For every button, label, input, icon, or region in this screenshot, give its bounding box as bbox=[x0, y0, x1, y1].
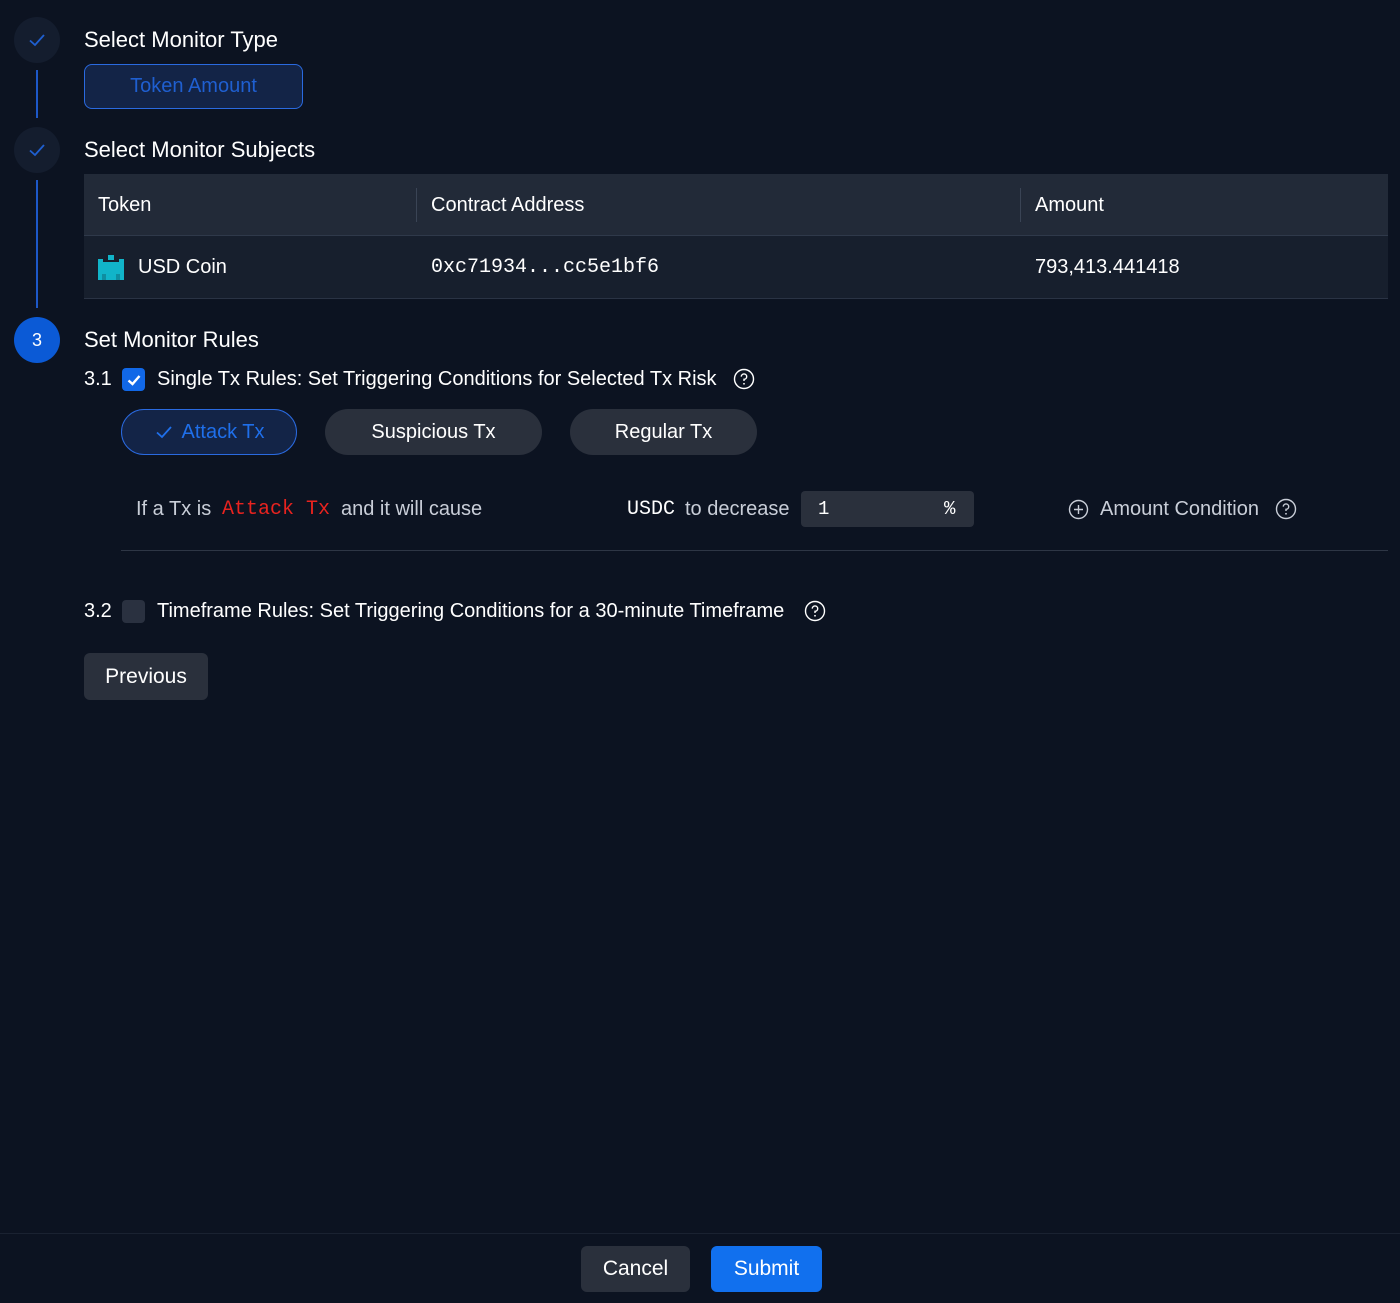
risk-option-label: Regular Tx bbox=[614, 420, 713, 443]
risk-option-attack-tx[interactable]: Attack Tx bbox=[121, 409, 297, 455]
add-amount-condition-button[interactable]: Amount Condition bbox=[1068, 490, 1259, 528]
condition-risk-word: Attack Tx bbox=[222, 497, 331, 521]
step-3-title: Set Monitor Rules bbox=[84, 327, 259, 352]
check-icon bbox=[29, 144, 45, 157]
column-divider bbox=[1020, 188, 1021, 222]
condition-token: USDC bbox=[627, 497, 676, 521]
plus-circle-icon bbox=[1068, 499, 1089, 519]
contract-address-cell[interactable]: 0xc71934...cc5e1bf6 bbox=[431, 236, 659, 298]
monitor-subjects-table: Token Contract Address Amount USD Coin 0… bbox=[84, 174, 1388, 299]
rule-number: 3.2 bbox=[84, 600, 112, 622]
step-2-title: Select Monitor Subjects bbox=[84, 137, 316, 162]
help-icon[interactable] bbox=[1275, 498, 1297, 520]
help-icon[interactable] bbox=[804, 600, 826, 622]
step-connector bbox=[36, 180, 38, 308]
token-name: USD Coin bbox=[138, 255, 227, 278]
risk-option-label: Suspicious Tx bbox=[371, 420, 496, 443]
help-icon[interactable] bbox=[733, 368, 755, 390]
rule-number: 3.1 bbox=[84, 368, 112, 390]
step-1-title: Select Monitor Type bbox=[84, 27, 279, 52]
timeframe-rules-checkbox[interactable] bbox=[122, 600, 145, 623]
amount-cell: 793,413.441418 bbox=[1035, 255, 1180, 278]
step-3-indicator: 3 bbox=[14, 317, 60, 363]
table-header: Token Contract Address Amount bbox=[84, 174, 1388, 236]
divider bbox=[121, 550, 1388, 551]
step-connector bbox=[36, 70, 38, 118]
column-header-amount: Amount bbox=[1035, 193, 1104, 216]
check-icon bbox=[155, 426, 172, 439]
single-tx-rules-label: Single Tx Rules: Set Triggering Conditio… bbox=[157, 368, 717, 390]
cancel-button[interactable]: Cancel bbox=[581, 1246, 690, 1292]
risk-option-suspicious-tx[interactable]: Suspicious Tx bbox=[325, 409, 542, 455]
condition-middle-text: and it will cause bbox=[341, 497, 483, 520]
percent-suffix: % bbox=[944, 498, 956, 520]
risk-option-label: Attack Tx bbox=[181, 420, 265, 443]
column-divider bbox=[416, 188, 417, 222]
single-tx-rules-checkbox[interactable] bbox=[122, 368, 145, 391]
footer-bar: Cancel Submit bbox=[0, 1233, 1400, 1303]
add-condition-label: Amount Condition bbox=[1100, 497, 1259, 520]
column-header-address: Contract Address bbox=[431, 193, 585, 216]
check-icon bbox=[29, 34, 45, 47]
risk-option-regular-tx[interactable]: Regular Tx bbox=[570, 409, 757, 455]
step-1-indicator bbox=[14, 17, 60, 63]
submit-button[interactable]: Submit bbox=[711, 1246, 822, 1292]
token-cell: USD Coin bbox=[98, 236, 227, 298]
step-2-indicator bbox=[14, 127, 60, 173]
step-number: 3 bbox=[31, 329, 42, 350]
condition-prefix: If a Tx is bbox=[136, 497, 212, 520]
checkmark-icon bbox=[127, 374, 140, 386]
usdc-token-icon bbox=[98, 255, 124, 280]
amount-condition-row: If a Tx is Attack Tx and it will cause U… bbox=[0, 490, 1400, 528]
condition-action: to decrease bbox=[685, 497, 790, 520]
monitor-type-token-amount[interactable]: Token Amount bbox=[84, 64, 303, 109]
column-header-token: Token bbox=[98, 193, 152, 216]
timeframe-rules-label: Timeframe Rules: Set Triggering Conditio… bbox=[157, 600, 785, 622]
previous-button[interactable]: Previous bbox=[84, 653, 208, 700]
